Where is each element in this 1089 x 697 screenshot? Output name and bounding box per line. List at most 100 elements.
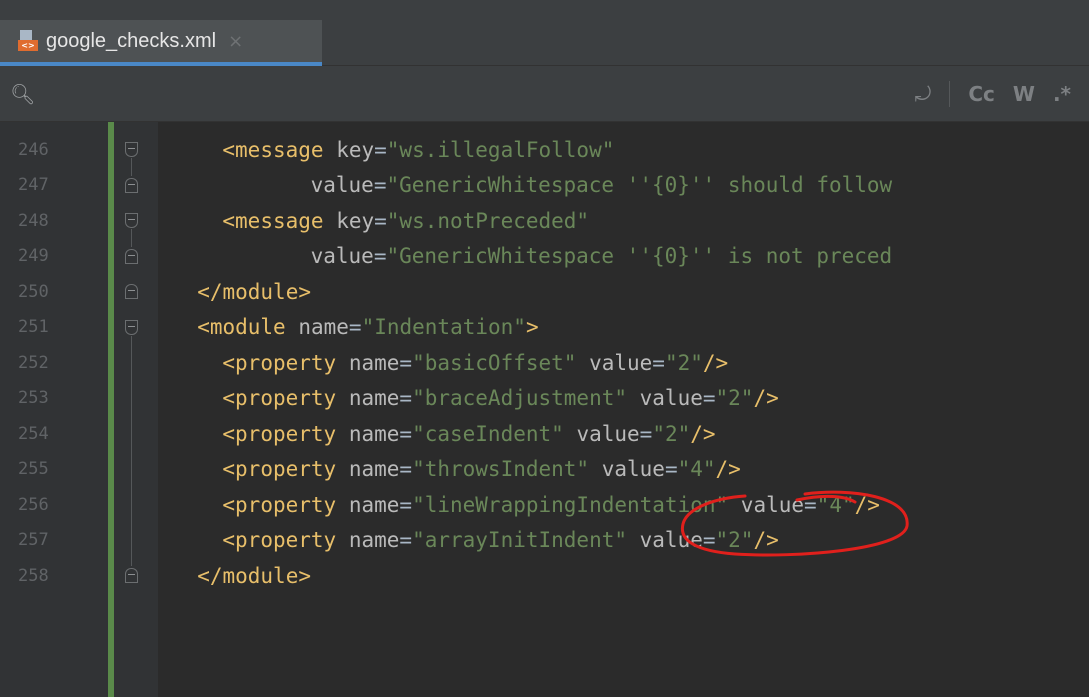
fold-close-icon[interactable] [125,248,138,264]
token-attr: name [348,421,400,446]
fold-open-icon[interactable] [125,213,138,228]
regex-toggle[interactable]: .* [1053,82,1071,106]
token-str: "GenericWhitespace ''{0}'' is not preced [386,244,893,268]
token-str: "2" [664,350,703,375]
code-line[interactable]: 248 <message key="ws.notPreceded" [0,203,1089,238]
token-pl: = [664,457,678,481]
token-str: "2" [715,386,754,410]
code-line[interactable]: 246 <message key="ws.illegalFollow" [0,132,1089,167]
code-line[interactable]: 247 value="GenericWhitespace ''{0}'' shou… [0,168,1089,203]
code-line[interactable]: 256 <property name="lineWrappingIndentati… [0,487,1089,522]
code-text: <property name="throwsIndent" value="4"/… [222,457,740,481]
code-text: <message key="ws.illegalFollow" [222,138,614,162]
token-tag: /> [690,421,716,446]
token-str: "2" [715,528,754,552]
token-pl: = [702,386,716,410]
token-pl: = [702,528,716,552]
token-pl: = [399,386,413,410]
code-editor[interactable]: 246 <message key="ws.illegalFollow" 247 val… [0,122,1089,697]
token-str: "arrayInitIndent" [412,528,640,552]
token-attr: value [310,244,374,268]
line-number: 249 [18,246,49,266]
fold-close-icon[interactable] [125,568,138,583]
match-case-toggle[interactable]: Cc [968,82,995,106]
fold-guide [131,158,132,176]
token-pl: = [399,492,413,517]
line-number: 251 [18,317,49,337]
token-pl: = [804,492,817,517]
code-text: <property name="basicOffset" value="2"/> [222,351,728,375]
editor-tab-bar: <> google_checks.xml × [0,0,1089,66]
ide-window: <> google_checks.xml × 🔍︎ ⤾ Cc W .* 246 <… [0,0,1089,697]
token-tag: > [525,315,539,339]
code-line[interactable]: 255 <property name="throwsIndent" value="… [0,452,1089,487]
fold-open-icon[interactable] [125,319,138,335]
token-str: "caseIndent" [412,421,577,446]
token-attr: key [336,137,375,162]
line-number: 250 [18,281,49,302]
token-str: "4" [816,492,855,517]
code-text: </module> [197,280,311,304]
token-pl: = [373,244,387,268]
token-pl: = [374,137,387,162]
token-pl: = [639,421,653,446]
fold-open-icon[interactable] [125,142,138,157]
line-number: 254 [18,423,49,444]
token-tag: /> [854,492,880,517]
token-attr: name [348,492,400,517]
token-tag: <property [222,386,349,410]
code-text: <property name="braceAdjustment" value="… [222,386,778,410]
find-options: ⤾ Cc W .* [915,80,1089,108]
code-line[interactable]: 251 <module name="Indentation"> [0,310,1089,345]
token-str: "lineWrappingIndentation" [412,492,741,517]
code-line[interactable]: 258 </module> [0,558,1089,593]
token-tag: </module> [197,279,311,304]
tab-google-checks-xml[interactable]: <> google_checks.xml × [0,20,322,66]
token-tag: <property [222,421,349,446]
close-icon[interactable]: × [228,31,243,52]
token-pl: = [373,173,387,197]
line-number: 257 [18,530,49,550]
fold-close-icon[interactable] [125,284,138,299]
token-attr: value [576,421,640,446]
code-text: <property name="caseIndent" value="2"/> [222,422,715,446]
search-icon[interactable]: 🔍︎ [10,82,35,106]
code-line[interactable]: 250 </module> [0,274,1089,309]
token-attr: value [601,457,665,481]
code-text: value="GenericWhitespace ''{0}'' should … [311,173,893,197]
code-text: <module name="Indentation"> [197,315,538,339]
token-attr: value [740,492,805,517]
token-pl: = [399,421,413,446]
token-attr: value [310,173,374,197]
token-pl: = [374,208,387,233]
token-str: "braceAdjustment" [412,386,640,410]
code-line[interactable]: 252 <property name="basicOffset" value="2… [0,345,1089,380]
wrap-icon[interactable]: ⤾ [915,82,932,106]
line-number: 252 [18,352,49,373]
code-text: <message key="ws.notPreceded" [222,209,589,233]
token-str: "ws.illegalFollow" [386,137,615,162]
line-number: 248 [18,210,49,231]
token-str: "throwsIndent" [412,457,602,481]
code-line[interactable]: 249 value="GenericWhitespace ''{0}'' is n… [0,239,1089,274]
fold-guide [131,229,132,247]
token-pl: = [399,528,413,552]
token-str: "Indentation" [361,315,526,339]
token-attr: value [589,350,653,375]
token-tag: <module [197,315,299,339]
token-str: "4" [677,457,716,481]
token-pl: = [399,350,413,375]
token-tag: /> [753,528,779,552]
whole-words-toggle[interactable]: W [1013,82,1035,106]
token-tag: <property [222,528,349,552]
token-tag: /> [753,386,779,410]
code-line[interactable]: 257 <property name="arrayInitIndent" valu… [0,523,1089,558]
fold-close-icon[interactable] [125,177,138,193]
code-line[interactable]: 253 <property name="braceAdjustment" valu… [0,381,1089,416]
token-str: "2" [652,421,691,446]
tab-label: google_checks.xml [46,29,217,52]
token-tag: /> [702,350,729,375]
token-attr: value [639,386,703,410]
code-line[interactable]: 254 <property name="caseIndent" value="2"… [0,416,1089,451]
fold-guide [131,335,132,566]
